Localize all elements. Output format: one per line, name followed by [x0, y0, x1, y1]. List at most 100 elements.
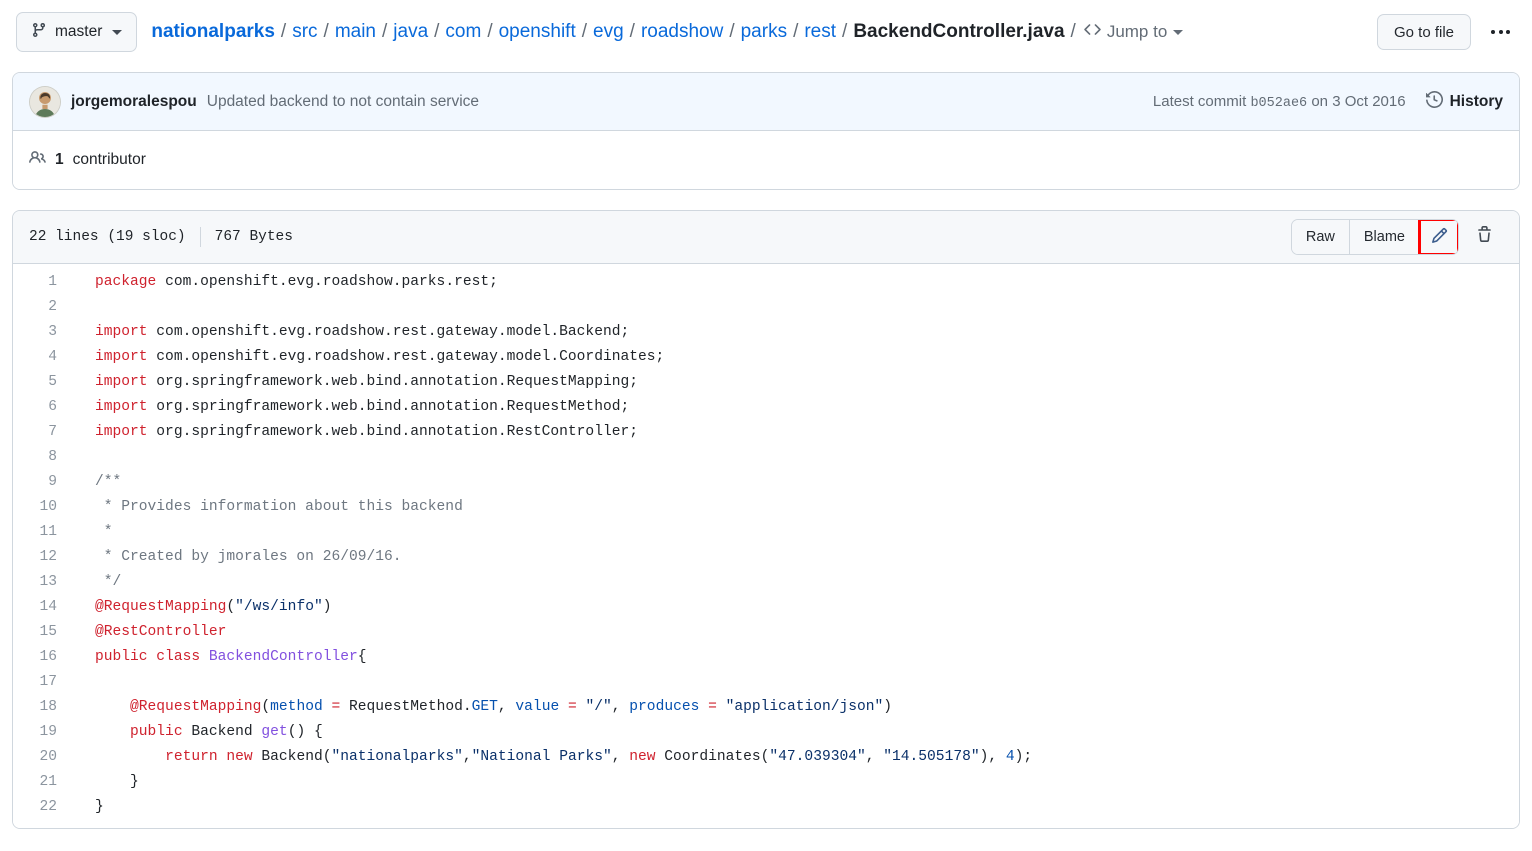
code-line: 13 */	[13, 570, 1519, 595]
code-token: ,	[612, 749, 630, 765]
line-number[interactable]: 17	[13, 670, 71, 695]
edit-file-button[interactable]	[1420, 220, 1458, 254]
breadcrumb-separator: /	[487, 21, 492, 43]
trash-icon	[1476, 226, 1493, 248]
breadcrumb-item-filename: BackendController.java	[853, 21, 1064, 43]
code-token: BackendController	[209, 649, 358, 665]
file-size-label: 767 Bytes	[215, 229, 293, 245]
commit-author-name[interactable]: jorgemoralespou	[71, 93, 197, 111]
line-number[interactable]: 3	[13, 320, 71, 345]
file-action-group: Raw Blame	[1291, 219, 1459, 255]
line-number[interactable]: 10	[13, 495, 71, 520]
github-file-view-page: master nationalparks / src / main / java…	[0, 0, 1532, 851]
code-line: 5import org.springframework.web.bind.ann…	[13, 370, 1519, 395]
branch-name-label: master	[55, 23, 102, 41]
code-token: RequestMethod	[349, 699, 463, 715]
code-line: 4 import com.openshift.evg.roadshow.rest.…	[13, 345, 1519, 370]
code-token: value	[515, 699, 559, 715]
line-number[interactable]: 19	[13, 720, 71, 745]
code-line: 1 package com.openshift.evg.roadshow.park…	[13, 270, 1519, 295]
code-line: 6import org.springframework.web.bind.ann…	[13, 395, 1519, 420]
code-line: 12 * Created by jmorales on 26/09/16.	[13, 545, 1519, 570]
line-number[interactable]: 18	[13, 695, 71, 720]
line-number[interactable]: 6	[13, 395, 71, 420]
code-token: package	[95, 274, 156, 290]
breadcrumb-separator: /	[281, 21, 286, 43]
breadcrumb-item-java[interactable]: java	[393, 21, 428, 43]
line-content: import com.openshift.evg.roadshow.rest.g…	[71, 320, 1519, 345]
code-line: 7import org.springframework.web.bind.ann…	[13, 420, 1519, 445]
latest-commit-label: Latest commit	[1153, 93, 1246, 110]
kebab-dot	[1499, 30, 1503, 34]
file-meta: 22 lines (19 sloc) 767 Bytes	[29, 227, 293, 247]
line-content: * Created by jmorales on 26/09/16.	[71, 545, 1519, 570]
code-token: =	[699, 699, 725, 715]
code-token: ,	[612, 699, 630, 715]
line-content	[71, 670, 1519, 695]
code-line: 10 * Provides information about this bac…	[13, 495, 1519, 520]
breadcrumb-item-main[interactable]: main	[335, 21, 376, 43]
breadcrumb-separator: /	[324, 21, 329, 43]
branch-selector-button[interactable]: master	[16, 12, 137, 52]
code-token: com.openshift.evg.roadshow.rest.gateway.…	[148, 349, 665, 365]
line-number[interactable]: 7	[13, 420, 71, 445]
code-token: @RequestMapping	[95, 599, 226, 615]
code-token	[95, 724, 130, 740]
line-number[interactable]: 4	[13, 345, 71, 370]
code-token: com.openshift.evg.roadshow.parks.rest;	[156, 274, 498, 290]
line-number[interactable]: 2	[13, 295, 71, 320]
breadcrumb-item-roadshow[interactable]: roadshow	[641, 21, 723, 43]
file-navigation-bar: master nationalparks / src / main / java…	[0, 0, 1532, 64]
line-number[interactable]: 11	[13, 520, 71, 545]
code-token	[95, 699, 130, 715]
breadcrumb-item-repo[interactable]: nationalparks	[151, 21, 275, 43]
jump-to-button[interactable]: Jump to	[1084, 21, 1183, 43]
code-token: "14.505178"	[883, 749, 979, 765]
jump-to-label: Jump to	[1107, 22, 1167, 42]
commit-sha[interactable]: b052ae6	[1250, 96, 1307, 111]
line-number[interactable]: 21	[13, 770, 71, 795]
code-token: import	[95, 349, 148, 365]
line-number[interactable]: 13	[13, 570, 71, 595]
breadcrumb-item-parks[interactable]: parks	[741, 21, 787, 43]
breadcrumb-item-rest[interactable]: rest	[804, 21, 836, 43]
code-token: "47.039304"	[769, 749, 865, 765]
breadcrumb-item-src[interactable]: src	[292, 21, 317, 43]
code-token: public class	[95, 649, 209, 665]
delete-file-button[interactable]	[1465, 220, 1503, 254]
code-token: (	[226, 599, 235, 615]
contributors-row[interactable]: 1 contributor	[13, 131, 1519, 189]
code-token: return	[165, 749, 218, 765]
more-options-button[interactable]	[1485, 22, 1516, 42]
history-button[interactable]: History	[1426, 91, 1503, 113]
go-to-file-button[interactable]: Go to file	[1377, 14, 1471, 50]
line-number[interactable]: 8	[13, 445, 71, 470]
code-line: 9/**	[13, 470, 1519, 495]
kebab-dot	[1506, 30, 1510, 34]
code-token: com.openshift.evg.roadshow.rest.gateway.…	[148, 324, 630, 340]
line-number[interactable]: 20	[13, 745, 71, 770]
code-token: "National Parks"	[472, 749, 612, 765]
breadcrumb-item-evg[interactable]: evg	[593, 21, 624, 43]
line-number[interactable]: 1	[13, 270, 71, 295]
blame-button[interactable]: Blame	[1350, 220, 1420, 254]
breadcrumb-item-openshift[interactable]: openshift	[499, 21, 576, 43]
commit-message[interactable]: Updated backend to not contain service	[207, 93, 479, 111]
breadcrumb-separator: /	[842, 21, 847, 43]
line-number[interactable]: 5	[13, 370, 71, 395]
line-number[interactable]: 9	[13, 470, 71, 495]
line-number[interactable]: 22	[13, 795, 71, 820]
line-number[interactable]: 14	[13, 595, 71, 620]
code-line: 20 return new Backend("nationalparks","N…	[13, 745, 1519, 770]
line-content: @RestController	[71, 620, 1519, 645]
line-number[interactable]: 15	[13, 620, 71, 645]
avatar[interactable]	[29, 86, 61, 118]
line-number[interactable]: 12	[13, 545, 71, 570]
breadcrumb-separator: /	[1071, 21, 1076, 43]
code-token: *	[95, 524, 113, 540]
code-token: "/"	[586, 699, 612, 715]
breadcrumb-item-com[interactable]: com	[445, 21, 481, 43]
code-token: import	[95, 399, 148, 415]
line-number[interactable]: 16	[13, 645, 71, 670]
raw-button[interactable]: Raw	[1292, 220, 1350, 254]
